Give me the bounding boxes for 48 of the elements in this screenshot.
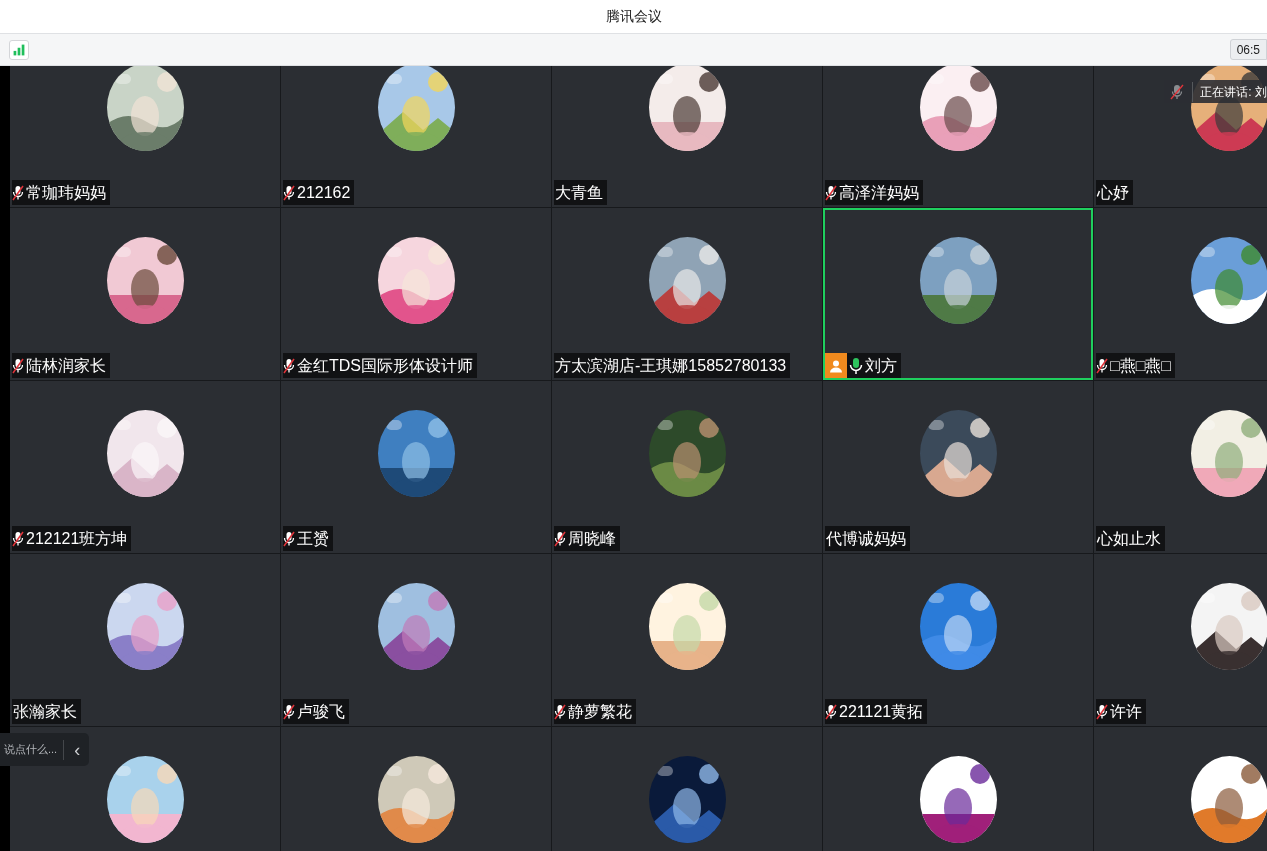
video-tile[interactable]: 王赟 (281, 381, 551, 553)
participant-name: 周晓峰 (568, 530, 616, 547)
video-tile[interactable]: 212162 (281, 66, 551, 207)
participant-name: 高泽洋妈妈 (839, 184, 919, 201)
chat-input[interactable]: 说点什么... (4, 741, 58, 758)
video-tile[interactable]: 陆林润家长 (10, 208, 280, 380)
speaking-indicator: 正在讲话: 刘 (1200, 83, 1267, 101)
participant-name: 卢骏飞 (297, 703, 345, 720)
video-tile[interactable] (281, 727, 551, 851)
participant-name: 王赟 (297, 530, 329, 547)
participant-name: 陆林润家长 (26, 357, 106, 374)
participant-name: 刘方 (865, 357, 897, 374)
participant-name: 金红TDS国际形体设计师 (297, 357, 473, 374)
video-tile[interactable]: 刘方 (823, 208, 1093, 380)
video-tile[interactable]: 许许 (1094, 554, 1267, 726)
window-title: 腾讯会议 (605, 7, 662, 26)
video-tile[interactable]: 212121班方坤 (10, 381, 280, 553)
participant-name: 静萝繁花 (568, 703, 632, 720)
participant-name: 心妤 (1097, 184, 1129, 201)
video-tile[interactable]: □燕□燕□ (1094, 208, 1267, 380)
participant-name: 方太滨湖店-王琪娜15852780133 (555, 357, 787, 374)
participant-name: 221121黄拓 (839, 703, 924, 720)
participant-name: 212162 (297, 184, 351, 201)
video-tile[interactable]: 221121黄拓 (823, 554, 1093, 726)
video-tile[interactable]: 静萝繁花 (552, 554, 822, 726)
video-tile[interactable]: 常珈玮妈妈 (10, 66, 280, 207)
participant-name: 心如止水 (1097, 530, 1161, 547)
video-tile[interactable]: 大青鱼 (552, 66, 822, 207)
video-tile[interactable]: 高泽洋妈妈 (823, 66, 1093, 207)
participant-name: 张瀚家长 (13, 703, 77, 720)
participant-name: □燕□燕□ (1110, 357, 1171, 374)
video-tile[interactable] (552, 727, 822, 851)
participant-name: 常珈玮妈妈 (26, 184, 106, 201)
participant-name: 大青鱼 (555, 184, 603, 201)
video-tile[interactable]: 方太滨湖店-王琪娜15852780133 (552, 208, 822, 380)
video-tile[interactable]: 张瀚家长 (10, 554, 280, 726)
participant-name: 212121班方坤 (26, 530, 128, 547)
video-tile[interactable]: 心如止水 (1094, 381, 1267, 553)
video-tile[interactable]: 周晓峰 (552, 381, 822, 553)
collapse-button[interactable]: ‹ (70, 740, 85, 759)
muted-mic-icon (1170, 83, 1185, 100)
video-tile[interactable]: 卢骏飞 (281, 554, 551, 726)
video-tile[interactable]: 金红TDS国际形体设计师 (281, 208, 551, 380)
participant-name: 代博诚妈妈 (826, 530, 906, 547)
video-tile[interactable]: 代博诚妈妈 (823, 381, 1093, 553)
participant-name: 许许 (1110, 703, 1142, 720)
meeting-timer: 06:5 (1229, 39, 1267, 60)
video-tile[interactable] (823, 727, 1093, 851)
